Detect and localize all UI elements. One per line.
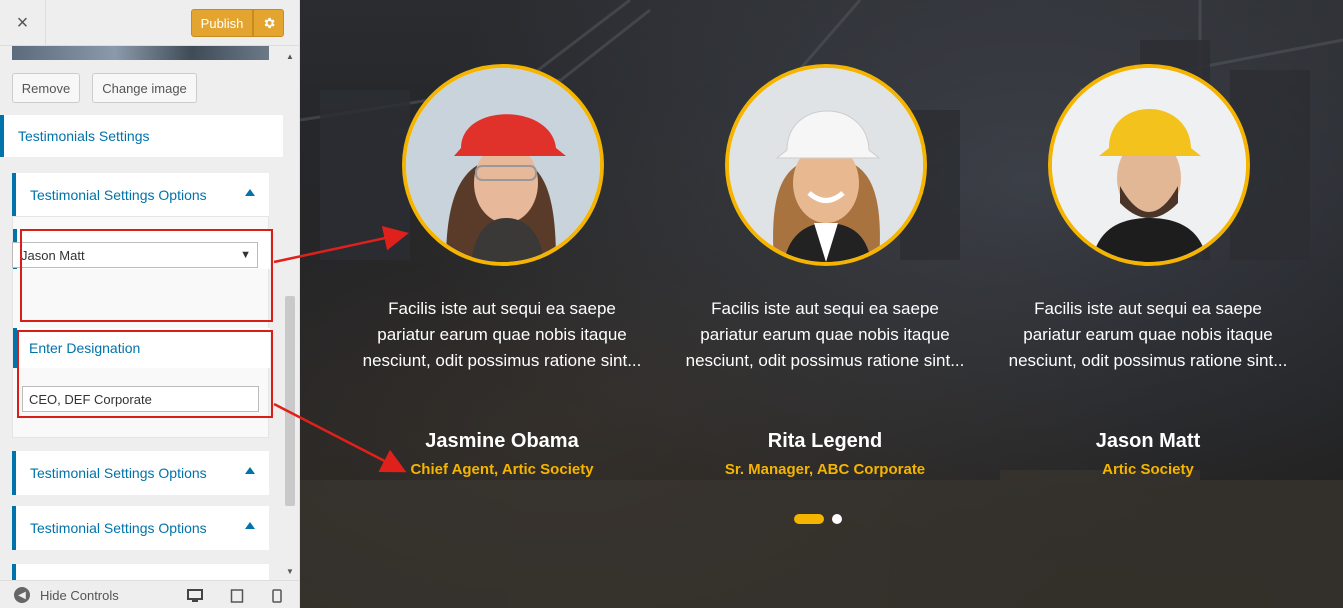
gear-icon (264, 17, 275, 29)
close-customizer-button[interactable]: × (0, 0, 46, 46)
testimonial-role: Chief Agent, Artic Society (410, 461, 594, 478)
change-image-button[interactable]: Change image (92, 73, 197, 103)
testimonial-settings-options-3[interactable]: Testimonial Settings Options (12, 506, 269, 550)
accordion-title: Testimonial Settings Options (30, 465, 207, 481)
mobile-icon[interactable] (272, 589, 282, 603)
scrollbar-thumb[interactable] (285, 296, 295, 506)
annotation-box-designation (17, 330, 273, 418)
testimonial-role: Artic Society (1102, 461, 1194, 478)
testimonial-quote: Facilis iste aut sequi ea saepe pariatur… (685, 299, 965, 370)
collapse-icon: ◀ (14, 587, 30, 603)
carousel-dots (794, 514, 842, 524)
man-yellow-helmet-photo (1052, 68, 1246, 262)
testimonial-role: Sr. Manager, ABC Corporate (724, 461, 926, 478)
scroll-down-icon[interactable]: ▼ (283, 567, 297, 576)
testimonial-settings-options-4[interactable] (12, 564, 269, 580)
testimonial-name: Jason Matt (1095, 430, 1201, 452)
testimonial-quote: Facilis iste aut sequi ea saepe pariatur… (1008, 299, 1288, 370)
desktop-icon[interactable] (187, 589, 203, 603)
testimonial-image-preview (12, 46, 269, 60)
scrollbar[interactable]: ▲ ▼ (283, 46, 297, 580)
testimonial-name: Rita Legend (767, 430, 883, 452)
testimonial-card: Facilis iste aut sequi ea saepe pariatur… (675, 0, 975, 500)
hide-controls-button[interactable]: ◀ Hide Controls (14, 587, 119, 603)
annotation-box-select (20, 229, 273, 322)
testimonials-settings-section[interactable]: Testimonials Settings (0, 115, 283, 157)
carousel-dot[interactable] (832, 514, 842, 524)
testimonial-settings-options-2[interactable]: Testimonial Settings Options (12, 451, 269, 495)
customizer-header: × Publish (0, 0, 299, 46)
caret-up-icon (245, 522, 255, 529)
testimonial-card: Facilis iste aut sequi ea saepe pariatur… (998, 0, 1298, 500)
avatar (1048, 64, 1250, 266)
caret-up-icon (245, 467, 255, 474)
publish-group: Publish (191, 9, 284, 37)
carousel-dot-active[interactable] (794, 514, 824, 524)
testimonial-name: Jasmine Obama (425, 430, 579, 452)
caret-up-icon (245, 189, 255, 196)
customizer-panel: × Publish Remove Change image Testimonia… (0, 0, 300, 608)
avatar (725, 64, 927, 266)
accordion-title: Testimonial Settings Options (30, 520, 207, 536)
woman-white-helmet-photo (729, 68, 923, 262)
hide-controls-label: Hide Controls (40, 587, 119, 603)
remove-image-button[interactable]: Remove (12, 73, 80, 103)
testimonial-quote: Facilis iste aut sequi ea saepe pariatur… (362, 299, 642, 370)
publish-settings-button[interactable] (253, 9, 284, 37)
woman-red-helmet-photo (406, 68, 600, 262)
accordion-title: Testimonial Settings Options (30, 187, 207, 203)
publish-button[interactable]: Publish (191, 9, 253, 37)
tablet-icon[interactable] (230, 589, 244, 603)
testimonial-settings-options-open[interactable]: Testimonial Settings Options (12, 173, 269, 217)
site-preview: Facilis iste aut sequi ea saepe pariatur… (300, 0, 1343, 608)
customizer-footer: ◀ Hide Controls (0, 580, 299, 608)
scroll-up-icon[interactable]: ▲ (283, 52, 297, 61)
close-icon: × (16, 11, 29, 34)
avatar (402, 64, 604, 266)
testimonial-card: Facilis iste aut sequi ea saepe pariatur… (352, 0, 652, 500)
